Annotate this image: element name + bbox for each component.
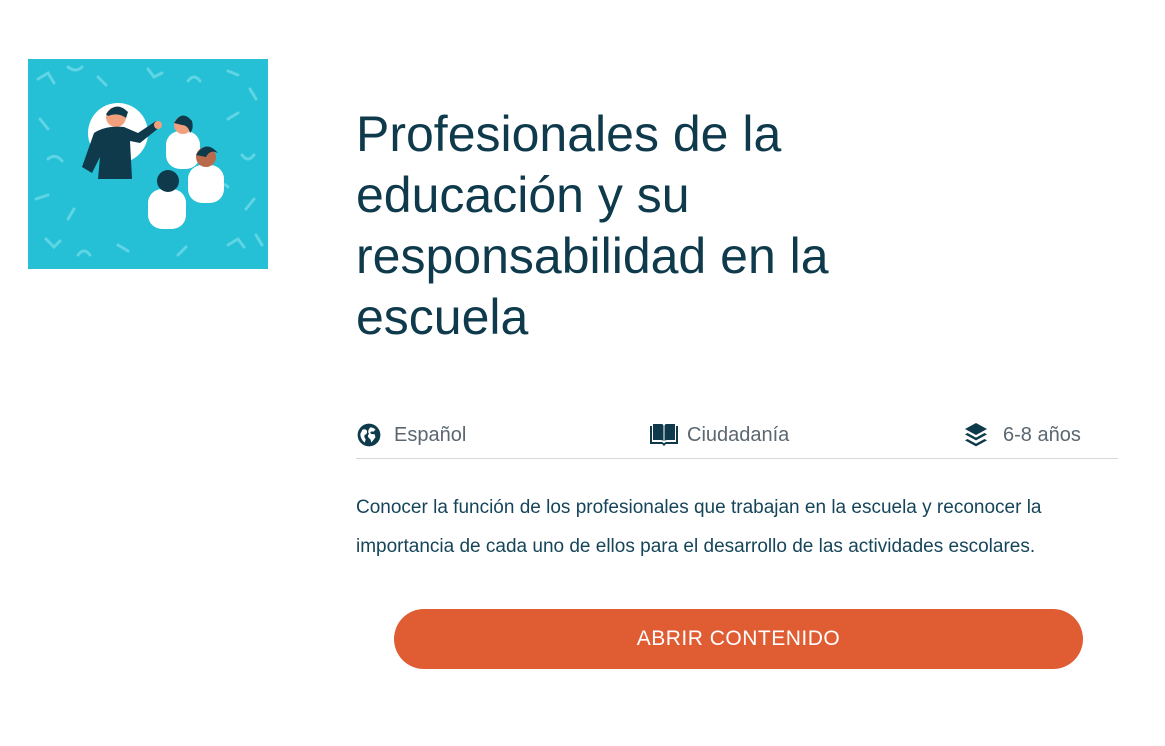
content-thumbnail[interactable] bbox=[28, 59, 268, 269]
meta-subject-label: Ciudadanía bbox=[687, 423, 790, 446]
open-book-icon bbox=[649, 422, 679, 448]
meta-language-label: Español bbox=[394, 423, 467, 446]
teacher-students-illustration bbox=[28, 59, 268, 269]
content-card: Profesionales de la educación y su respo… bbox=[0, 0, 1165, 746]
open-content-button[interactable]: ABRIR CONTENIDO bbox=[394, 609, 1083, 669]
content-meta-bar: Español Ciudadanía 6-8 años bbox=[356, 416, 1118, 459]
content-title: Profesionales de la educación y su respo… bbox=[356, 106, 829, 345]
meta-age-label: 6-8 años bbox=[1003, 423, 1081, 446]
globe-icon bbox=[356, 422, 382, 448]
meta-age-range: 6-8 años bbox=[964, 422, 1081, 448]
meta-subject: Ciudadanía bbox=[649, 422, 789, 448]
content-description: Conocer la función de los profesionales … bbox=[356, 497, 1042, 557]
meta-language: Español bbox=[356, 422, 466, 448]
layers-icon bbox=[964, 422, 988, 448]
